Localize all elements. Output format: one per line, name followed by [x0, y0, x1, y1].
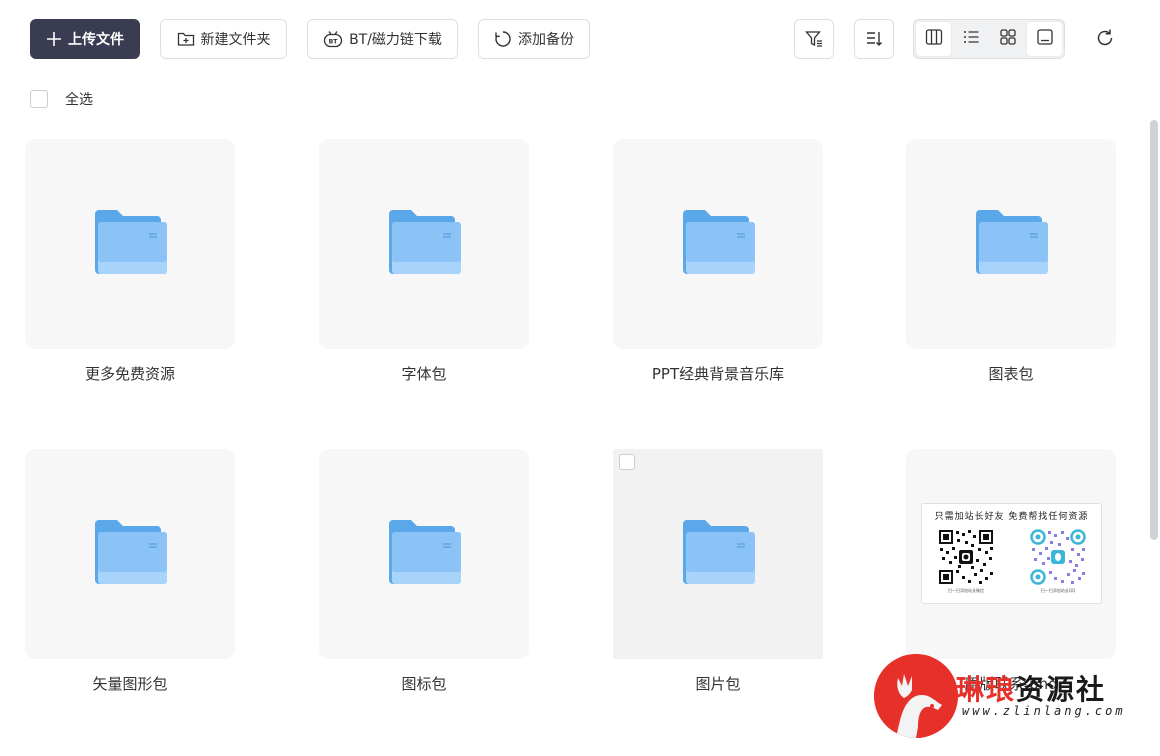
folder-icon — [387, 208, 461, 280]
qr-title: 只需加站长好友 免费帮找任何资源 — [934, 512, 1089, 522]
bt-magnet-download-button[interactable]: BT BT/磁力链下载 — [307, 19, 458, 59]
file-name[interactable]: 图表包 — [866, 363, 1156, 384]
preview-view-icon — [1036, 28, 1054, 50]
toolbar: 上传文件 新建文件夹 BT BT/磁力链下载 添加备份 — [0, 0, 1160, 78]
qq-qr-code — [1030, 529, 1086, 585]
bt-download-label: BT/磁力链下载 — [349, 32, 442, 48]
filter-icon — [805, 30, 823, 48]
upload-file-button[interactable]: 上传文件 — [30, 19, 140, 59]
file-item[interactable]: 图片包 — [613, 449, 823, 693]
file-item[interactable]: 矢量图形包 — [25, 449, 235, 693]
select-all[interactable]: 全选 — [30, 89, 93, 109]
new-folder-button[interactable]: 新建文件夹 — [160, 19, 287, 59]
file-name[interactable]: 字体包 — [279, 363, 569, 384]
add-backup-button[interactable]: 添加备份 — [478, 19, 590, 59]
file-name[interactable]: PPT经典背景音乐库 — [573, 363, 863, 384]
file-card[interactable] — [319, 139, 529, 349]
select-all-label: 全选 — [65, 92, 93, 108]
select-all-checkbox[interactable] — [30, 90, 48, 108]
sync-icon — [494, 30, 512, 48]
sort-button[interactable] — [854, 19, 894, 59]
file-name[interactable]: 矢量图形包 — [0, 673, 275, 694]
folder-icon — [681, 518, 755, 590]
file-item[interactable]: PPT经典背景音乐库 — [613, 139, 823, 383]
watermark-name-red: 琳琅 — [956, 673, 1017, 706]
file-card[interactable] — [319, 449, 529, 659]
watermark-name: 琳琅资源社 — [956, 668, 1106, 708]
refresh-icon — [1095, 28, 1115, 52]
file-name[interactable]: 图片包 — [573, 673, 863, 694]
refresh-button[interactable] — [1088, 23, 1122, 57]
add-backup-label: 添加备份 — [518, 32, 574, 48]
file-card[interactable] — [906, 139, 1116, 349]
file-card[interactable] — [25, 449, 235, 659]
qq-qr-caption: 扫一扫添加站长QQ — [1040, 588, 1076, 593]
plus-icon — [46, 31, 62, 47]
wechat-qr-caption: 扫一扫添加站长微信 — [948, 588, 984, 593]
grid-view-button[interactable] — [990, 22, 1025, 56]
folder-add-icon — [177, 31, 195, 47]
file-name[interactable]: 图标包 — [279, 673, 569, 694]
folder-icon — [387, 518, 461, 590]
columns-view-icon — [925, 28, 943, 50]
file-item[interactable]: 字体包 — [319, 139, 529, 383]
filter-button[interactable] — [794, 19, 834, 59]
file-card[interactable]: 只需加站长好友 免费帮找任何资源 扫一扫添加站长微信 扫一扫添加站长QQ — [906, 449, 1116, 659]
file-item[interactable]: 图标包 — [319, 449, 529, 693]
file-item[interactable]: 只需加站长好友 免费帮找任何资源 扫一扫添加站长微信 扫一扫添加站长QQ 原版联… — [906, 449, 1116, 693]
file-card[interactable] — [25, 139, 235, 349]
folder-icon — [681, 208, 755, 280]
wechat-qr-code — [938, 529, 994, 585]
view-mode-switch — [913, 19, 1065, 59]
list-view-icon — [962, 28, 980, 50]
bt-icon: BT — [323, 30, 343, 48]
deer-logo-icon — [874, 654, 958, 738]
folder-icon — [93, 518, 167, 590]
columns-view-button[interactable] — [916, 22, 951, 56]
new-folder-label: 新建文件夹 — [200, 32, 271, 48]
file-card[interactable] — [613, 139, 823, 349]
folder-icon — [974, 208, 1048, 280]
watermark-url: www.zlinlang.com — [962, 704, 1126, 718]
grid-view-icon — [999, 28, 1017, 50]
preview-view-button[interactable] — [1027, 22, 1062, 56]
folder-icon — [93, 208, 167, 280]
file-item[interactable]: 更多免费资源 — [25, 139, 235, 383]
upload-file-label: 上传文件 — [68, 32, 124, 48]
file-item[interactable]: 图表包 — [906, 139, 1116, 383]
file-name[interactable]: 更多免费资源 — [0, 363, 275, 384]
site-watermark: 琳琅资源社 www.zlinlang.com — [872, 652, 1160, 742]
sort-icon — [865, 30, 883, 48]
file-card[interactable] — [613, 449, 823, 659]
watermark-name-dark: 资源社 — [1016, 673, 1107, 706]
item-checkbox[interactable] — [619, 454, 635, 470]
vertical-scrollbar[interactable] — [1150, 120, 1158, 540]
list-view-button[interactable] — [953, 22, 988, 56]
svg-text:BT: BT — [329, 39, 339, 46]
image-thumbnail: 只需加站长好友 免费帮找任何资源 扫一扫添加站长微信 扫一扫添加站长QQ — [921, 503, 1102, 604]
